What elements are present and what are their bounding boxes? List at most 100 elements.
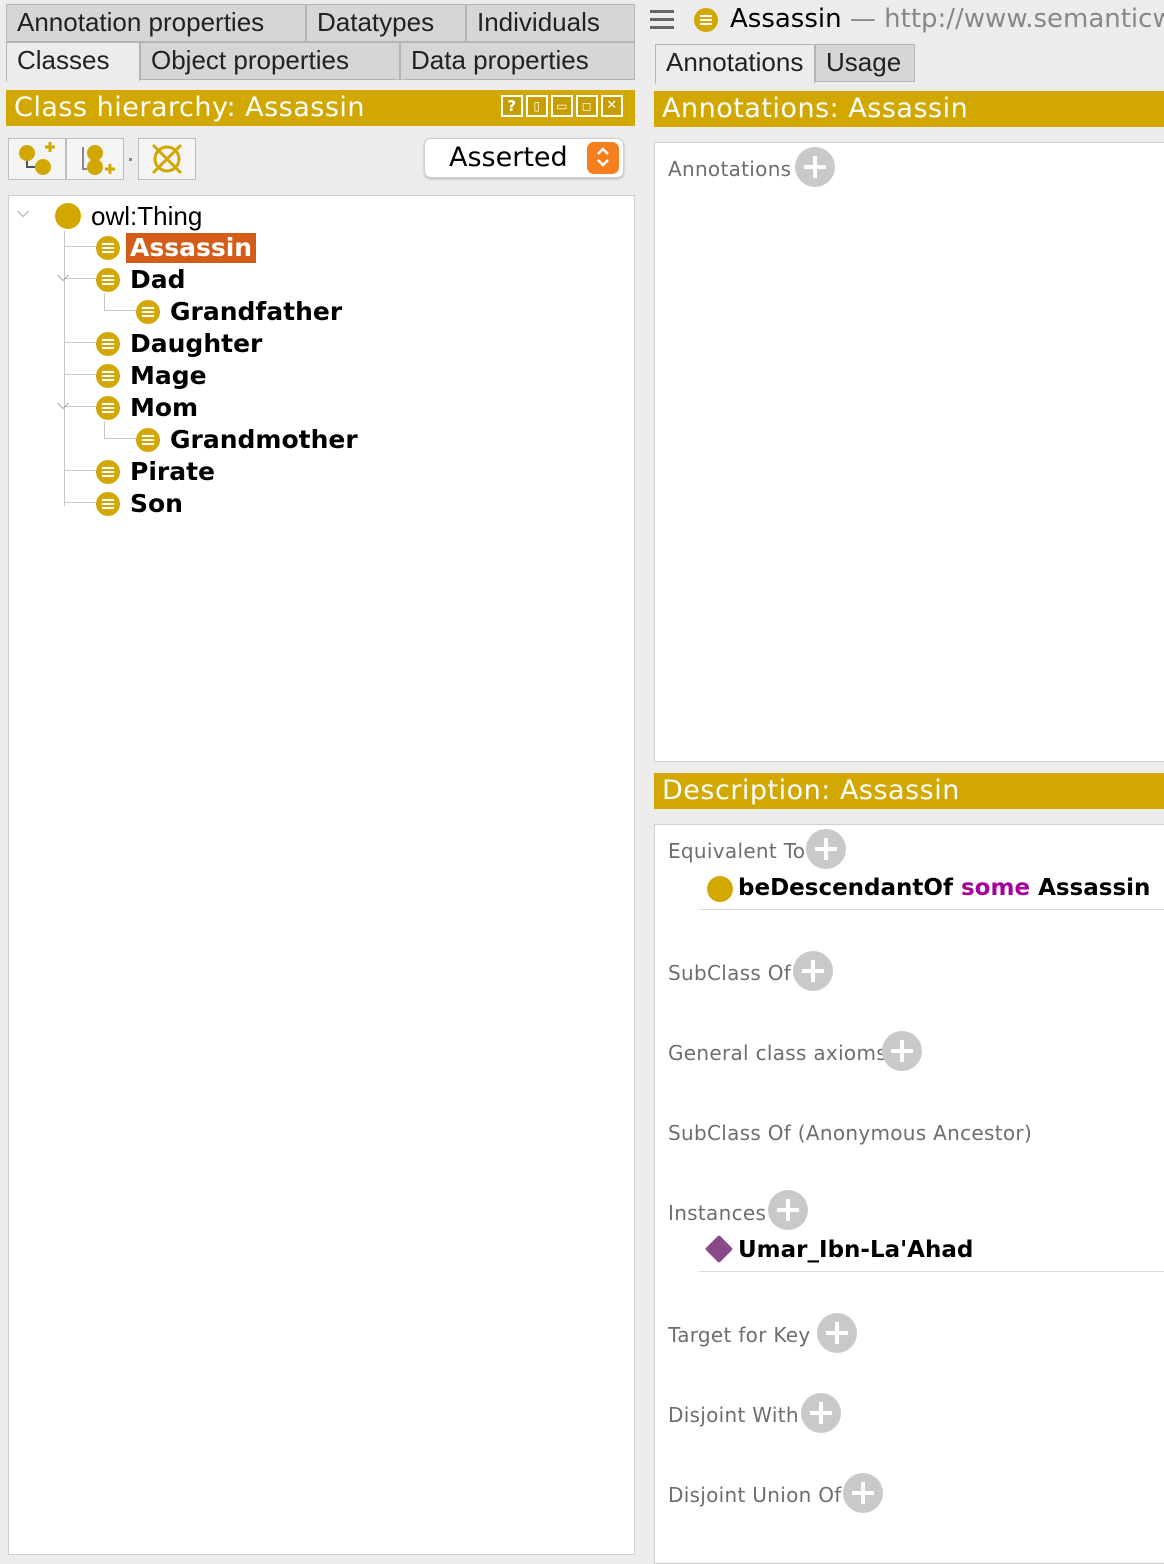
tab-annotations[interactable]: Annotations [655,44,815,84]
class-tree[interactable]: ⌵ ⌵ ⌵ owl:Thing Assassin Dad Grandfather… [8,195,635,1555]
tree-node-dad[interactable]: Dad [96,265,186,295]
description-header: Description: Assassin [654,773,1164,809]
hamburger-icon[interactable] [650,10,674,30]
row-separator [699,909,1164,910]
add-subclass-button[interactable] [8,138,66,180]
tree-connector [64,470,96,471]
defined-class-icon [96,364,120,388]
add-subclass-icon [19,142,55,175]
add-instance-button[interactable] [768,1190,808,1230]
class-hierarchy-title: Class hierarchy: Assassin [14,92,366,123]
disjoint-with-label: Disjoint With [668,1403,799,1427]
expr-keyword: some [960,875,1031,901]
tree-node-mage[interactable]: Mage [96,361,207,391]
expr-property: beDescendantOf [738,875,953,901]
tree-node-label: Dad [130,265,186,294]
tab-usage[interactable]: Usage [815,44,915,82]
target-for-key-label: Target for Key [668,1323,811,1347]
defined-class-icon [96,332,120,356]
class-hierarchy-header: Class hierarchy: Assassin ? ▯ ▭ ◻ ✕ [6,90,635,126]
tree-node-label: Grandmother [170,425,358,454]
tree-node-label: owl:Thing [91,201,203,231]
add-sibling-class-icon [82,145,115,175]
defined-class-icon [136,300,160,324]
entity-iri: — http://www.semanticw [849,4,1164,34]
tab-annotation-properties[interactable]: Annotation properties [6,4,306,42]
tree-connector [104,438,136,439]
expand-chevron-icon[interactable]: ⌵ [57,266,69,286]
equivalent-to-label: Equivalent To [668,839,806,863]
tree-node-son[interactable]: Son [96,489,183,519]
subclass-anon-ancestor-label: SubClass Of (Anonymous Ancestor) [668,1121,1033,1145]
add-general-axiom-button[interactable] [882,1031,922,1071]
add-annotation-button[interactable] [795,147,835,187]
expand-chevron-icon[interactable]: ⌵ [17,202,29,222]
tree-node-owl-thing[interactable]: owl:Thing [55,201,202,231]
hierarchy-mode-select[interactable]: Asserted [424,138,624,178]
general-class-axioms-label: General class axioms [668,1041,887,1065]
tab-object-properties[interactable]: Object properties [140,42,400,80]
entity-title: Assassin — http://www.semanticw [730,4,1164,34]
tree-node-label: Son [130,489,183,518]
tree-connector [64,246,96,247]
defined-class-icon [96,268,120,292]
tree-connector [104,293,105,310]
individual-icon [704,1234,734,1264]
tree-connector [64,502,96,503]
instances-label: Instances [668,1201,767,1225]
tree-node-label: Grandfather [170,297,343,326]
add-equivalent-button[interactable] [806,829,846,869]
expr-filler: Assassin [1038,875,1151,901]
equivalent-class-icon [707,876,733,902]
tree-node-assassin[interactable]: Assassin [96,233,257,263]
tree-connector [104,421,105,438]
add-subclass-of-button[interactable] [793,951,833,991]
disjoint-union-of-label: Disjoint Union Of [668,1483,842,1507]
tab-classes[interactable]: Classes [6,42,140,82]
equivalent-expression[interactable]: beDescendantOf some Assassin [738,873,1150,903]
split-vertical-icon[interactable]: ▯ [526,95,548,117]
delete-class-icon [151,143,183,175]
tree-node-grandfather[interactable]: Grandfather [136,297,342,327]
add-disjoint-union-button[interactable] [843,1473,883,1513]
tree-node-mom[interactable]: Mom [96,393,198,423]
hierarchy-mode-value: Asserted [449,142,568,173]
tree-node-label: Mage [130,361,207,390]
subclass-of-label: SubClass Of [668,961,792,985]
chevron-up-down-icon [587,142,619,174]
row-separator [699,1271,1164,1272]
defined-class-icon [96,236,120,260]
defined-class-icon [136,428,160,452]
split-horizontal-icon[interactable]: ▭ [551,95,573,117]
tree-connector [64,342,96,343]
annotations-panel: Annotations [654,142,1164,762]
tree-node-label: Daughter [130,329,263,358]
tab-data-properties[interactable]: Data properties [400,42,635,80]
view-controls: ? ▯ ▭ ◻ ✕ [501,95,623,117]
tree-node-grandmother[interactable]: Grandmother [136,425,358,455]
tree-connector [64,374,96,375]
defined-class-icon [96,492,120,516]
tree-connector [104,310,136,311]
annotations-section-label: Annotations [668,157,792,181]
add-sibling-class-button[interactable] [66,138,124,180]
tab-datatypes[interactable]: Datatypes [306,4,466,42]
add-key-button[interactable] [817,1313,857,1353]
entity-class-icon [694,8,718,32]
tab-individuals[interactable]: Individuals [466,4,635,42]
annotations-header: Annotations: Assassin [654,91,1164,127]
delete-class-button[interactable] [138,138,196,180]
expand-chevron-icon[interactable]: ⌵ [57,394,69,414]
class-icon [55,203,81,229]
entity-name: Assassin [730,4,842,34]
description-panel: Equivalent To beDescendantOf some Assass… [654,824,1164,1564]
close-view-icon[interactable]: ✕ [601,95,623,117]
add-disjoint-button[interactable] [801,1393,841,1433]
toolbar-separator [129,158,132,161]
instance-entry[interactable]: Umar_Ibn-La'Ahad [738,1235,973,1265]
help-icon[interactable]: ? [501,95,523,117]
float-view-icon[interactable]: ◻ [576,95,598,117]
tree-node-daughter[interactable]: Daughter [96,329,262,359]
tree-node-pirate[interactable]: Pirate [96,457,215,487]
tree-node-label: Mom [130,393,199,422]
